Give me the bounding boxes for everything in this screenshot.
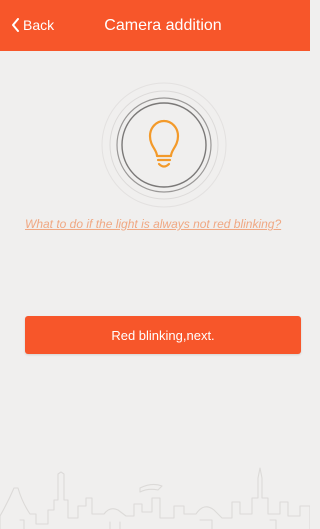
- city-skyline-illustration: [0, 467, 310, 529]
- page-title-text: Camera addition: [104, 17, 222, 34]
- next-button[interactable]: Red blinking,next.: [25, 316, 301, 354]
- top-bar: Camera addition Back: [0, 0, 310, 51]
- indicator-rings: [101, 82, 227, 208]
- chevron-left-icon: [12, 18, 19, 32]
- light-indicator: [99, 80, 229, 210]
- back-button[interactable]: Back: [11, 14, 54, 36]
- lightbulb-icon: [148, 119, 180, 168]
- back-label: Back: [23, 17, 55, 33]
- help-link[interactable]: What to do if the light is always not re…: [25, 216, 287, 233]
